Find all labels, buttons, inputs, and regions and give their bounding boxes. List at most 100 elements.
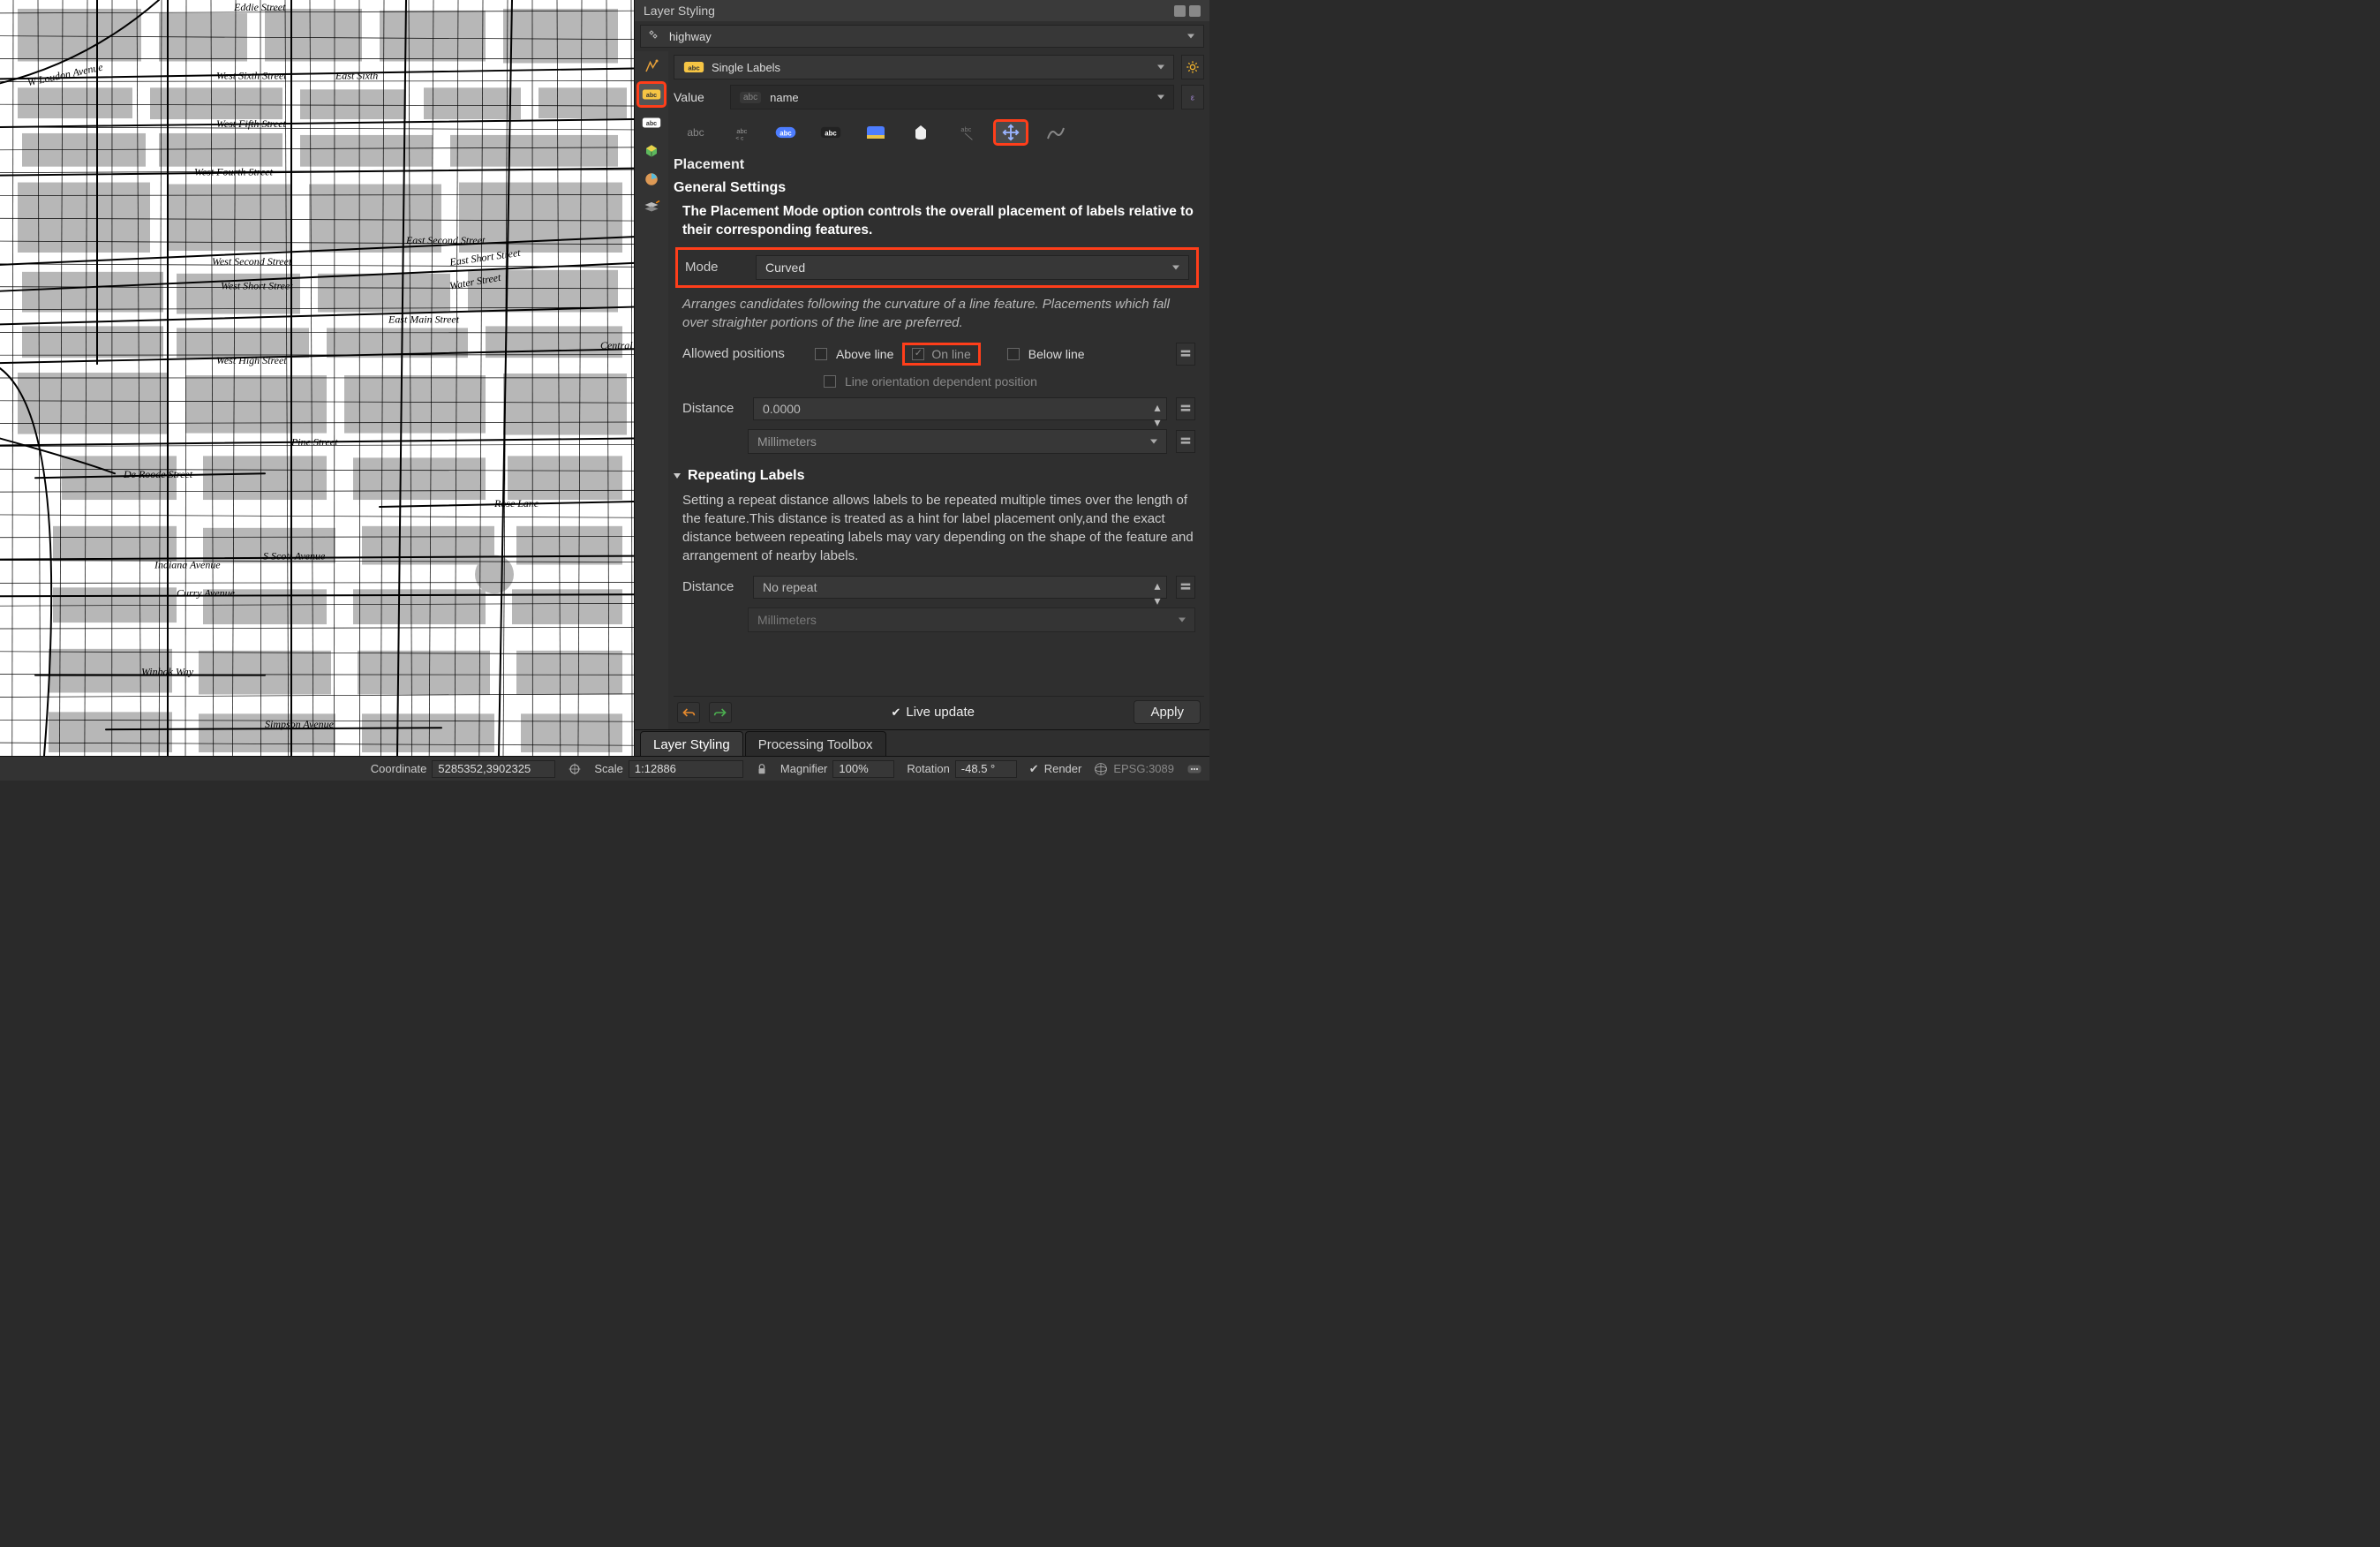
distance-label: Distance xyxy=(682,401,744,416)
value-field-dropdown[interactable]: abc name xyxy=(730,85,1174,109)
coordinate-field: Coordinate 5285352,3902325 xyxy=(371,760,556,778)
repeating-header: Repeating Labels xyxy=(688,468,804,484)
street-label: Eddie Street xyxy=(233,1,286,13)
placement-scroll-area[interactable]: Placement General Settings The Placement… xyxy=(674,154,1204,692)
label-settings-icon[interactable] xyxy=(1181,55,1204,79)
distance-dd-icon[interactable] xyxy=(1176,397,1195,420)
apply-row: ✔ Live update Apply xyxy=(674,696,1204,729)
live-update-toggle[interactable]: ✔ Live update xyxy=(891,705,974,720)
symbology-tab[interactable] xyxy=(638,55,665,78)
render-toggle[interactable]: ✔ Render xyxy=(1029,762,1082,776)
render-label: Render xyxy=(1044,762,1082,775)
map-canvas[interactable]: Eddie StreetW Loudon AvenueWest Sixth St… xyxy=(0,0,634,756)
street-label: Curry Avenue xyxy=(177,586,236,599)
redo-button[interactable] xyxy=(709,702,732,723)
placement-header: Placement xyxy=(674,157,1201,173)
street-label: West High Street xyxy=(216,354,287,366)
street-label: S Scott Avenue xyxy=(263,550,326,562)
epsg-value: EPSG:3089 xyxy=(1113,762,1174,775)
street-label: Rose Lane xyxy=(493,497,539,509)
street-label: Indiana Avenue xyxy=(154,559,221,571)
formatting-subtab[interactable]: abc< c xyxy=(724,120,757,145)
repeat-unit-dropdown[interactable]: Millimeters xyxy=(748,607,1195,632)
lock-icon[interactable] xyxy=(756,763,768,775)
epsg-field[interactable]: EPSG:3089 xyxy=(1094,762,1174,776)
scale-value[interactable]: 1:12886 xyxy=(629,760,743,778)
label-subtabs: abc abc< c abc abc xyxy=(674,115,1204,154)
coord-value[interactable]: 5285352,3902325 xyxy=(432,760,555,778)
placement-mode-dropdown[interactable]: Curved xyxy=(756,255,1189,280)
street-label: West Short Street xyxy=(221,280,293,292)
placement-subtab[interactable] xyxy=(994,120,1028,145)
repeat-distance-row: Distance No repeat ▴▾ xyxy=(674,574,1201,600)
street-label: West Fifth Street xyxy=(216,117,287,130)
above-line-checkbox[interactable] xyxy=(815,348,827,360)
below-line-checkbox[interactable] xyxy=(1007,348,1020,360)
orientation-label: Line orientation dependent position xyxy=(845,374,1037,389)
label-mode-dropdown[interactable]: abc Single Labels xyxy=(674,55,1174,79)
street-label: East Second Street xyxy=(405,234,486,246)
rot-value[interactable]: -48.5 ° xyxy=(955,760,1017,778)
panel-title: Layer Styling xyxy=(644,4,715,18)
undock-icon[interactable] xyxy=(1174,5,1186,17)
masks-tab[interactable]: abc xyxy=(638,111,665,134)
street-label: East Main Street xyxy=(388,313,460,325)
chevron-down-icon xyxy=(674,473,681,479)
styling-main: abc Single Labels Value abc name xyxy=(668,51,1209,729)
undo-button[interactable] xyxy=(677,702,700,723)
messages-icon[interactable] xyxy=(1186,763,1202,775)
rotation-field: Rotation -48.5 ° xyxy=(907,760,1016,778)
layer-selector-dropdown[interactable]: highway xyxy=(640,25,1204,48)
extent-icon[interactable] xyxy=(568,762,582,776)
repeat-distance-dd-icon[interactable] xyxy=(1176,576,1195,599)
allowed-positions-dd-icon[interactable] xyxy=(1176,343,1195,366)
dock-tab-styling[interactable]: Layer Styling xyxy=(640,731,743,756)
street-label: Simpson Avenue xyxy=(265,718,335,730)
on-line-checkbox[interactable] xyxy=(912,348,924,360)
background-subtab[interactable] xyxy=(859,120,892,145)
repeat-distance-input[interactable]: No repeat ▴▾ xyxy=(753,576,1167,599)
expression-icon[interactable]: ε xyxy=(1181,85,1204,109)
history-tab[interactable] xyxy=(638,196,665,219)
distance-unit-dropdown[interactable]: Millimeters xyxy=(748,429,1167,454)
live-update-label: Live update xyxy=(906,705,975,720)
callouts-subtab[interactable]: abc xyxy=(949,120,983,145)
labels-tab[interactable]: abc xyxy=(638,83,665,106)
svg-text:abc: abc xyxy=(780,129,792,137)
distance-row: Distance 0.0000 ▴▾ xyxy=(674,396,1201,422)
repeating-expander[interactable]: Repeating Labels xyxy=(674,468,1201,484)
diagram-tab[interactable] xyxy=(638,168,665,191)
svg-text:abc: abc xyxy=(736,127,747,135)
placement-help-text: The Placement Mode option controls the o… xyxy=(682,203,1195,240)
distance-unit-row: Millimeters xyxy=(674,427,1201,456)
distance-unit-dd-icon[interactable] xyxy=(1176,430,1195,453)
shadow-subtab[interactable] xyxy=(904,120,938,145)
repeating-help: Setting a repeat distance allows labels … xyxy=(682,491,1195,565)
above-line-label: Above line xyxy=(836,347,893,361)
repeat-unit-value: Millimeters xyxy=(757,613,817,627)
rendering-subtab[interactable] xyxy=(1039,120,1073,145)
scale-label: Scale xyxy=(594,762,623,775)
mag-label: Magnifier xyxy=(780,762,827,775)
street-label: East Sixth xyxy=(335,69,378,81)
close-icon[interactable] xyxy=(1189,5,1201,17)
coord-label: Coordinate xyxy=(371,762,427,775)
3d-tab[interactable] xyxy=(638,140,665,162)
repeat-distance-value: No repeat xyxy=(763,580,817,594)
allowed-positions-row: Allowed positions Above line On line Bel… xyxy=(674,341,1201,367)
apply-button[interactable]: Apply xyxy=(1134,700,1201,724)
text-subtab[interactable]: abc xyxy=(679,120,712,145)
layer-selected-name: highway xyxy=(669,30,712,43)
svg-text:abc: abc xyxy=(825,129,837,137)
mask-subtab[interactable]: abc xyxy=(814,120,847,145)
distance-unit-value: Millimeters xyxy=(757,434,817,449)
mode-label: Mode xyxy=(685,260,747,275)
orientation-checkbox[interactable] xyxy=(824,375,836,388)
dock-tab-toolbox[interactable]: Processing Toolbox xyxy=(745,731,886,756)
dock-tabs: Layer Styling Processing Toolbox xyxy=(635,729,1209,756)
buffer-subtab[interactable]: abc xyxy=(769,120,802,145)
repeat-unit-row: Millimeters xyxy=(674,606,1201,634)
svg-text:ε: ε xyxy=(1191,94,1194,102)
distance-input[interactable]: 0.0000 ▴▾ xyxy=(753,397,1167,420)
mag-value[interactable]: 100% xyxy=(832,760,894,778)
